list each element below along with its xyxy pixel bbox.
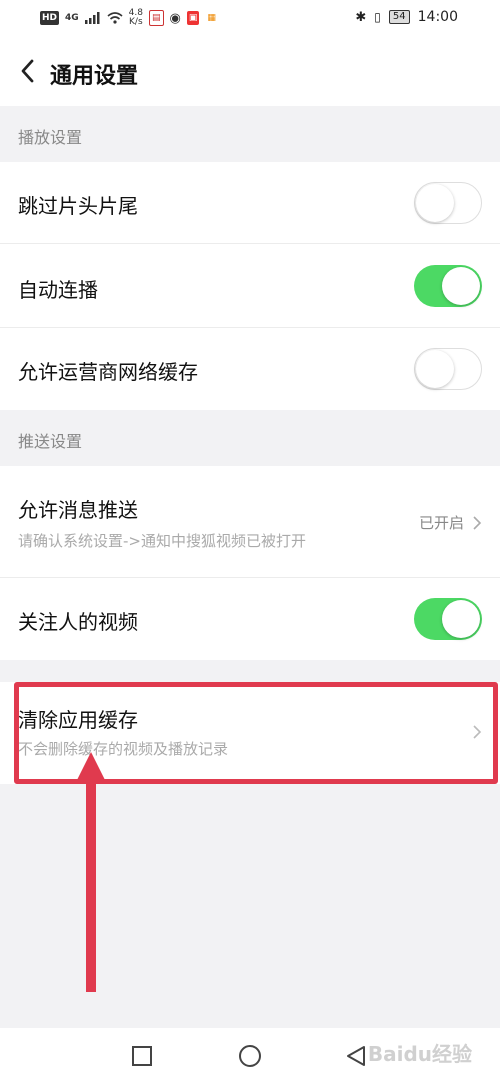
setting-label: 关注人的视频	[18, 610, 138, 634]
toggle-autoplay[interactable]	[414, 265, 482, 307]
app-header: 通用设置	[0, 38, 500, 106]
hd-badge: HD	[40, 11, 60, 25]
setting-label: 自动连播	[18, 278, 98, 302]
setting-label: 允许运营商网络缓存	[18, 360, 198, 384]
signal-icon	[84, 12, 100, 24]
status-right: ✱ ▯ 54 14:00	[355, 9, 458, 25]
toggle-knob	[442, 600, 480, 638]
page-title: 通用设置	[50, 64, 139, 89]
setting-row-followed-videos[interactable]: 关注人的视频	[0, 578, 500, 660]
status-bar: HD 4G 4.8 K/s ▤ ◉ ▣ ▦ ✱ ▯ 54 14:00	[0, 0, 500, 38]
setting-row-carrier-cache[interactable]: 允许运营商网络缓存	[0, 328, 500, 410]
chevron-left-icon	[21, 59, 34, 83]
orange-app-icon: ▦	[207, 13, 216, 23]
toggle-carrier-cache[interactable]	[414, 348, 482, 390]
status-left: HD 4G 4.8 K/s ▤ ◉ ▣ ▦	[40, 9, 218, 27]
browser-app-icon: ◉	[169, 10, 181, 26]
setting-label: 跳过片头片尾	[18, 194, 138, 218]
setting-label: 允许消息推送	[18, 498, 138, 522]
push-status-value: 已开启	[418, 514, 464, 532]
bluetooth-icon: ✱	[355, 9, 367, 25]
red-app-icon: ▣	[186, 11, 200, 25]
battery-icon: 54	[388, 10, 410, 24]
toggle-knob	[442, 267, 480, 305]
section-title: 推送设置	[18, 432, 83, 451]
section-header-push: 推送设置	[0, 410, 500, 466]
setting-row-skip-intro[interactable]: 跳过片头片尾	[0, 162, 500, 244]
back-button[interactable]	[14, 56, 44, 86]
section-title: 播放设置	[18, 128, 83, 147]
toggle-skip-intro[interactable]	[414, 182, 482, 224]
vibrate-icon: ▯	[374, 10, 381, 24]
section-header-playback: 播放设置	[0, 106, 500, 162]
recent-apps-icon[interactable]	[130, 1044, 154, 1068]
toggle-knob	[416, 184, 454, 222]
toggle-knob	[416, 350, 454, 388]
speed-unit: K/s	[129, 17, 143, 27]
home-icon[interactable]	[238, 1044, 262, 1068]
network-speed: 4.8 K/s	[129, 9, 143, 27]
back-nav-icon[interactable]	[344, 1044, 368, 1068]
clock: 14:00	[417, 9, 458, 25]
push-status: 已开启	[419, 512, 482, 533]
news-app-icon: ▤	[149, 10, 164, 26]
watermark: Baidu经验	[367, 1042, 472, 1066]
setting-row-autoplay[interactable]: 自动连播	[0, 244, 500, 328]
setting-row-push[interactable]: 允许消息推送 请确认系统设置->通知中搜狐视频已被打开 已开启	[0, 466, 500, 578]
toggle-followed-videos[interactable]	[414, 598, 482, 640]
wifi-icon	[107, 12, 123, 24]
setting-subtitle: 请确认系统设置->通知中搜狐视频已被打开	[18, 532, 306, 550]
arrow-up-annotation	[77, 752, 105, 992]
chevron-right-icon	[473, 515, 482, 530]
signal-gen: 4G	[65, 13, 79, 23]
